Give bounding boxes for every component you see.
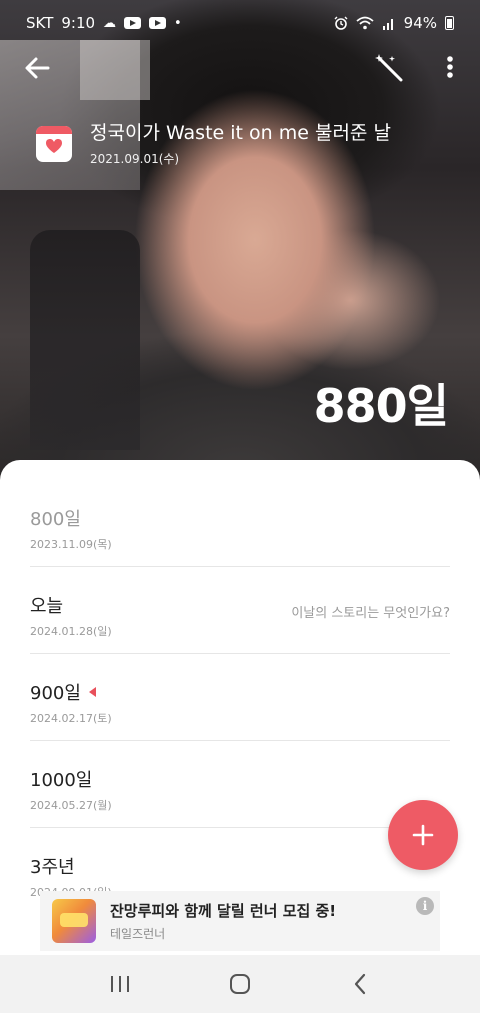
cloud-icon: ☁ — [103, 15, 117, 31]
divider — [30, 740, 450, 741]
carrier-label: SKT — [26, 14, 54, 32]
wifi-icon — [356, 16, 374, 30]
system-nav-bar — [0, 955, 480, 1013]
back-button[interactable] — [20, 50, 56, 86]
calendar-heart-icon — [36, 126, 72, 162]
milestone-label: 900일 — [30, 679, 96, 705]
event-text: 정국이가 Waste it on me 불러준 날 2021.09.01(수) — [90, 120, 391, 167]
milestone-label-text: 900일 — [30, 683, 81, 704]
event-date: 2021.09.01(수) — [90, 152, 180, 166]
more-options-button[interactable] — [436, 50, 464, 86]
plus-icon — [412, 824, 434, 846]
status-right: 94% — [334, 14, 454, 32]
milestone-row-900[interactable]: 900일 2024.02.17(토) — [30, 679, 450, 766]
milestone-row-800[interactable]: 800일 2023.11.09(목) — [30, 505, 450, 592]
background-chair — [30, 230, 140, 450]
ad-title: 잔망루피와 함께 달릴 런너 모집 중! — [110, 902, 337, 920]
more-vert-icon — [447, 56, 453, 78]
signal-icon — [382, 19, 393, 30]
milestone-label: 800일 — [30, 509, 81, 530]
app-screen: SKT 9:10 ☁ • 94% 정국이가 Waste it on me 불러준… — [0, 0, 480, 1013]
status-left: SKT 9:10 ☁ • — [26, 14, 182, 32]
top-action-bar — [0, 48, 480, 88]
milestone-date: 2024.05.27(월) — [30, 799, 112, 812]
nav-back-button[interactable] — [340, 964, 380, 1004]
home-button[interactable] — [220, 964, 260, 1004]
milestone-date: 2024.02.17(토) — [30, 712, 112, 725]
milestone-row-1000[interactable]: 1000일 2024.05.27(월) — [30, 766, 450, 853]
divider — [30, 827, 450, 828]
milestone-list: 800일 2023.11.09(목) 오늘 2024.01.28(일) 이날의 … — [0, 460, 480, 960]
milestone-label: 1000일 — [30, 770, 93, 791]
divider — [30, 653, 450, 654]
current-marker-icon — [88, 687, 96, 697]
story-prompt[interactable]: 이날의 스토리는 무엇인가요? — [291, 602, 450, 621]
day-count: 880일 — [313, 379, 449, 433]
milestone-date: 2023.11.09(목) — [30, 538, 112, 551]
ad-info-icon[interactable]: i — [416, 897, 434, 915]
milestone-label: 오늘 — [30, 596, 64, 617]
youtube-icon — [124, 17, 142, 29]
recents-button[interactable] — [100, 964, 140, 1004]
ad-subtitle: 테일즈런너 — [110, 927, 166, 941]
status-bar: SKT 9:10 ☁ • 94% — [0, 0, 480, 46]
clock: 9:10 — [61, 14, 96, 32]
magic-wand-icon — [375, 54, 403, 82]
battery-icon — [445, 16, 454, 30]
magic-wand-button[interactable] — [372, 50, 408, 86]
milestone-label: 3주년 — [30, 857, 75, 878]
battery-percent: 94% — [403, 14, 437, 32]
dot-icon: • — [174, 15, 182, 31]
youtube-icon-2 — [149, 17, 167, 29]
home-icon — [230, 974, 250, 994]
alarm-icon — [334, 16, 348, 30]
ad-thumbnail — [52, 899, 96, 943]
add-button[interactable] — [388, 800, 458, 870]
event-header: 정국이가 Waste it on me 불러준 날 2021.09.01(수) — [36, 120, 460, 167]
event-title[interactable]: 정국이가 Waste it on me 불러준 날 — [90, 120, 391, 146]
back-arrow-icon — [25, 57, 50, 79]
milestone-date: 2024.01.28(일) — [30, 625, 112, 638]
ad-text: 잔망루피와 함께 달릴 런너 모집 중! 테일즈런너 — [110, 900, 336, 942]
milestone-row-today[interactable]: 오늘 2024.01.28(일) 이날의 스토리는 무엇인가요? — [30, 592, 450, 679]
divider — [30, 566, 450, 567]
back-icon — [354, 973, 366, 995]
ad-banner[interactable]: 잔망루피와 함께 달릴 런너 모집 중! 테일즈런너 i — [40, 891, 440, 951]
recents-icon — [111, 976, 129, 992]
